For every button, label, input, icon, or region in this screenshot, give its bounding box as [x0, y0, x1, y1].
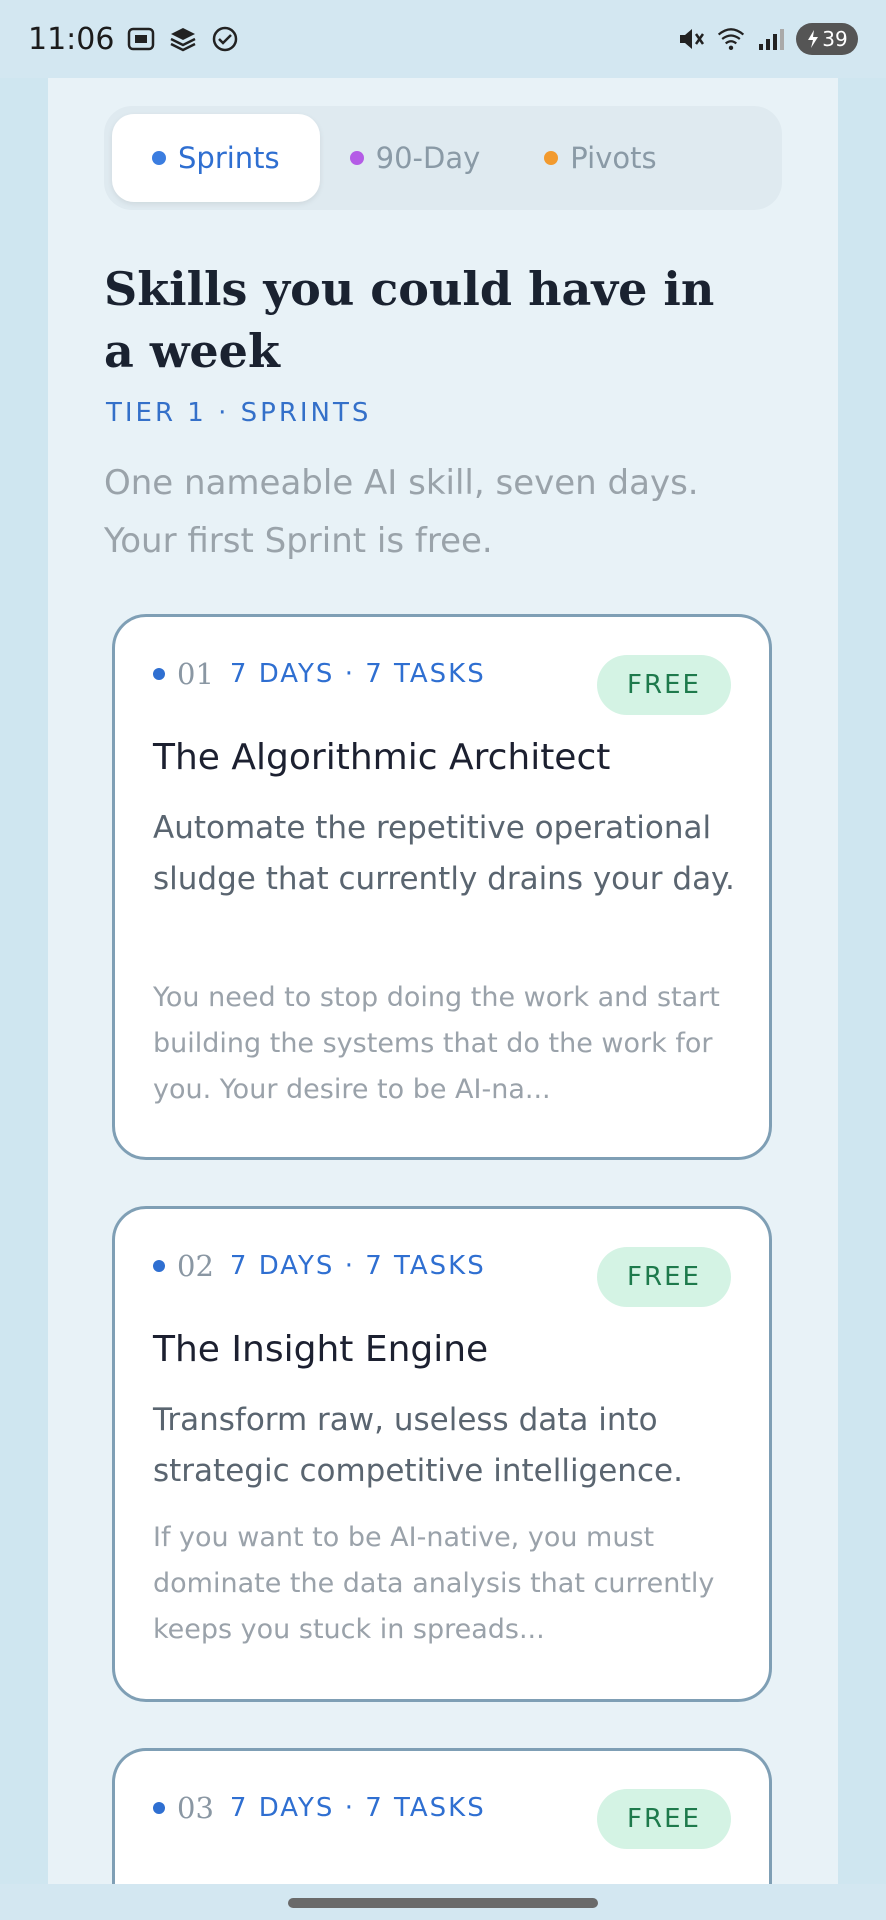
status-right: 39: [676, 23, 858, 55]
card-description: Automate the repetitive operational slud…: [153, 810, 735, 897]
dot-icon: [349, 151, 364, 165]
free-badge: FREE: [597, 1789, 731, 1849]
card-number: 02: [177, 1249, 214, 1283]
dot-icon: [153, 1260, 165, 1272]
card-body: If you want to be AI-native, you must do…: [153, 1522, 715, 1645]
mute-icon: [676, 24, 706, 54]
tier-label: TIER 1 · SPRINTS: [106, 398, 372, 428]
battery-level: 39: [822, 27, 848, 51]
sprint-card[interactable]: 02 7 DAYS · 7 TASKS FREE The Insight Eng…: [112, 1206, 772, 1702]
free-badge: FREE: [597, 655, 731, 715]
status-left: 11:06: [28, 22, 240, 57]
page-title: Skills you could have in a week: [104, 262, 715, 378]
card-meta: 01 7 DAYS · 7 TASKS: [153, 657, 486, 691]
status-time: 11:06: [28, 21, 115, 57]
card-number: 01: [177, 657, 214, 691]
dot-icon: [152, 151, 166, 165]
dot-icon: [544, 151, 559, 165]
card-duration: 7 DAYS · 7 TASKS: [229, 1251, 486, 1281]
layers-icon: [168, 24, 198, 54]
tab-label: Sprints: [178, 141, 280, 175]
tab-sprints[interactable]: Sprints: [112, 114, 320, 202]
tab-90-day[interactable]: 90-Day: [320, 114, 515, 202]
card-description: Transform raw, useless data into strateg…: [153, 1402, 683, 1489]
tab-label: 90-Day: [375, 141, 481, 175]
wifi-icon: [716, 24, 746, 54]
card-body: You need to stop doing the work and star…: [153, 982, 720, 1105]
tab-switcher: Sprints 90-Day Pivots: [104, 106, 782, 210]
content-panel: Sprints 90-Day Pivots Skills you could h…: [48, 78, 838, 1920]
screenshot-icon: [126, 24, 156, 54]
card-duration: 7 DAYS · 7 TASKS: [229, 659, 486, 689]
status-bar: 11:06 39: [0, 0, 886, 78]
dot-icon: [153, 668, 165, 680]
free-badge: FREE: [597, 1247, 731, 1307]
signal-icon: [756, 24, 786, 54]
card-meta: 03 7 DAYS · 7 TASKS: [153, 1791, 486, 1825]
dot-icon: [153, 1802, 165, 1814]
card-meta: 02 7 DAYS · 7 TASKS: [153, 1249, 486, 1283]
check-circle-icon: [210, 24, 240, 54]
card-duration: 7 DAYS · 7 TASKS: [229, 1793, 486, 1823]
home-indicator[interactable]: [288, 1898, 598, 1908]
tab-pivots[interactable]: Pivots: [514, 114, 686, 202]
battery-icon: 39: [796, 23, 858, 55]
card-number: 03: [177, 1791, 214, 1825]
card-title: The Insight Engine: [153, 1329, 489, 1370]
sprint-card[interactable]: 01 7 DAYS · 7 TASKS FREE The Algorithmic…: [112, 614, 772, 1160]
tab-label: Pivots: [570, 141, 657, 175]
page-subtitle: One nameable AI skill, seven days. Your …: [104, 463, 699, 561]
card-title: The Algorithmic Architect: [153, 737, 611, 778]
